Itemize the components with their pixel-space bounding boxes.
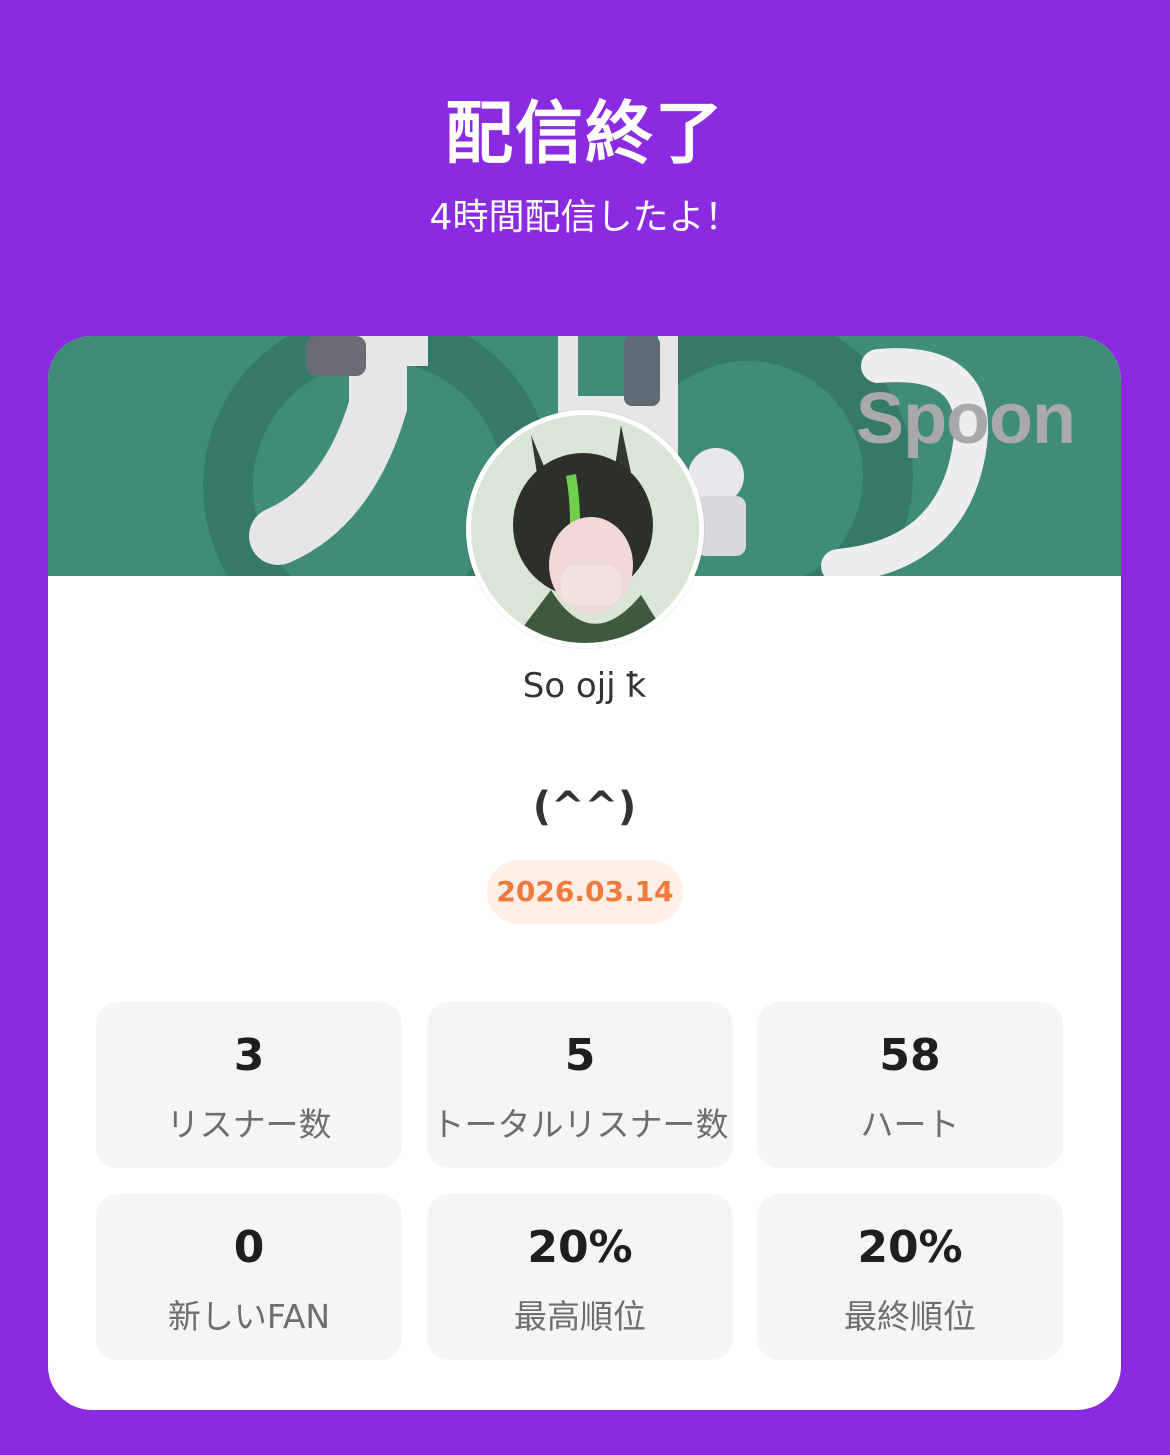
stat-listeners: 3 リスナー数 [96,1002,402,1168]
stat-highest-rank: 20% 最高順位 [427,1194,733,1360]
stat-final-rank: 20% 最終順位 [757,1194,1063,1360]
broadcast-duration-text: 4時間配信したよ！ [429,197,741,238]
status-message: (^^) [532,784,637,830]
summary-header: 配信終了 4時間配信したよ！ [0,0,1170,330]
stat-label: トータルリスナー数 [431,1105,729,1144]
stat-label: ハート [860,1105,960,1144]
stat-value: 58 [879,1030,941,1081]
username: So ojj ꝁ [522,666,647,706]
stat-value: 20% [857,1222,963,1273]
stat-label: 最終順位 [844,1297,976,1336]
stat-value: 5 [564,1030,596,1081]
stat-label: リスナー数 [166,1105,332,1144]
stat-total-listeners: 5 トータルリスナー数 [427,1002,733,1168]
date-badge: 2026.03.14 [487,860,683,924]
stat-hearts: 58 ハート [757,1002,1063,1168]
avatar[interactable] [466,410,704,648]
stat-value: 3 [233,1030,265,1081]
broadcast-summary-card: Spoon So ojj ꝁ (^^) 2026.03.14 3 リスナー数 5… [48,336,1121,1410]
stat-label: 新しいFAN [167,1297,331,1336]
spoon-logo: Spoon [856,379,1076,459]
stat-new-fans: 0 新しいFAN [96,1194,402,1360]
stat-label: 最高順位 [514,1297,646,1336]
page-title: 配信終了 [444,95,725,174]
stat-value: 20% [527,1222,633,1273]
stat-value: 0 [233,1222,265,1273]
avatar-illustration [471,415,699,643]
